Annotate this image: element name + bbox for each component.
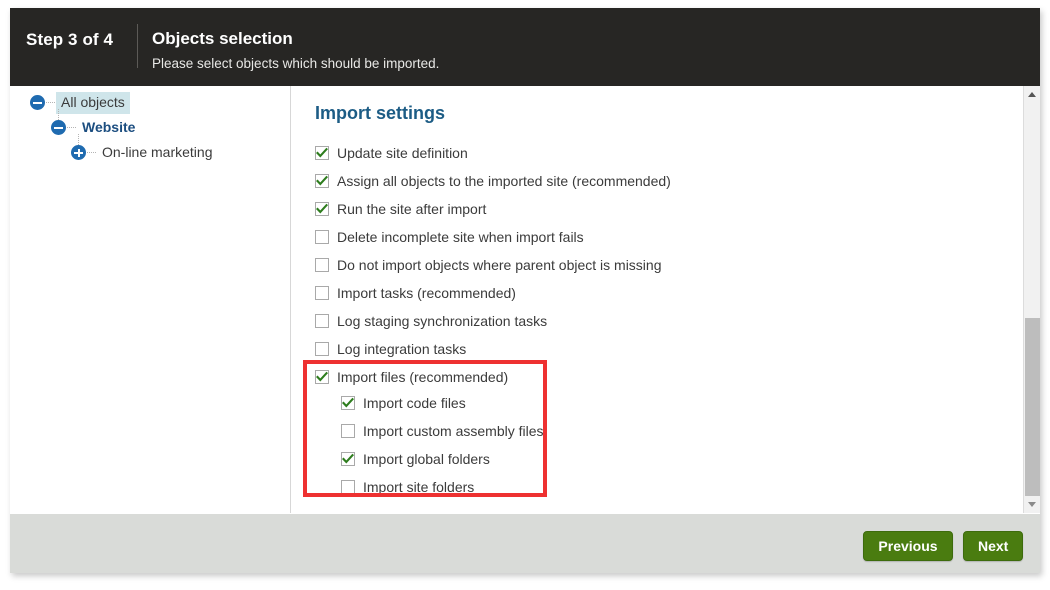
option-label[interactable]: Update site definition [337, 144, 468, 163]
wizard-header: Step 3 of 4 Objects selection Please sel… [10, 8, 1040, 86]
header-divider [137, 24, 138, 68]
tree-item-label[interactable]: Website [77, 117, 140, 139]
option-label[interactable]: Do not import objects where parent objec… [337, 256, 661, 275]
tree-connector [67, 127, 76, 129]
tree-connector [46, 102, 55, 104]
screenshot-root: Step 3 of 4 Objects selection Please sel… [0, 0, 1050, 590]
wizard-footer: Previous Next [10, 513, 1040, 573]
option-label[interactable]: Import site folders [363, 478, 474, 497]
option-label[interactable]: Import tasks (recommended) [337, 284, 516, 303]
option-label[interactable]: Import code files [363, 394, 466, 413]
checkbox-unchecked-icon[interactable] [341, 480, 355, 494]
previous-button[interactable]: Previous [863, 531, 953, 561]
option-label[interactable]: Log staging synchronization tasks [337, 312, 547, 331]
checkbox-checked-icon[interactable] [315, 146, 329, 160]
page-subtitle: Please select objects which should be im… [152, 56, 440, 71]
plus-icon[interactable] [71, 145, 86, 160]
checkbox-unchecked-icon[interactable] [315, 314, 329, 328]
tree-connector [87, 152, 96, 154]
checkbox-checked-icon[interactable] [315, 202, 329, 216]
checkbox-unchecked-icon[interactable] [315, 286, 329, 300]
tree-item-label[interactable]: On-line marketing [97, 142, 218, 164]
import-settings-panel: Import settings Update site definition A… [291, 86, 1022, 513]
checkbox-unchecked-icon[interactable] [315, 342, 329, 356]
wizard-body: All objects Website On-line marketing Im… [10, 86, 1040, 513]
step-indicator: Step 3 of 4 [26, 30, 114, 49]
tree-vline [58, 109, 60, 120]
scroll-up-button[interactable] [1024, 86, 1040, 103]
checkbox-checked-icon[interactable] [315, 174, 329, 188]
option-label[interactable]: Log integration tasks [337, 340, 466, 359]
minus-icon[interactable] [51, 120, 66, 135]
option-label[interactable]: Import custom assembly files [363, 422, 544, 441]
checkbox-unchecked-icon[interactable] [315, 230, 329, 244]
next-button[interactable]: Next [963, 531, 1023, 561]
objects-tree-panel: All objects Website On-line marketing [10, 86, 290, 513]
triangle-up-icon [1028, 92, 1036, 97]
tree-item-label[interactable]: All objects [56, 92, 130, 114]
checkbox-checked-icon[interactable] [341, 452, 355, 466]
vertical-scrollbar[interactable] [1023, 86, 1040, 513]
minus-icon[interactable] [30, 95, 45, 110]
scroll-down-button[interactable] [1024, 496, 1040, 513]
scrollbar-thumb[interactable] [1025, 318, 1040, 503]
option-label[interactable]: Import files (recommended) [337, 368, 508, 387]
import-settings-heading: Import settings [315, 103, 446, 123]
triangle-down-icon [1028, 502, 1036, 507]
checkbox-unchecked-icon[interactable] [315, 258, 329, 272]
checkbox-checked-icon[interactable] [315, 370, 329, 384]
option-label[interactable]: Run the site after import [337, 200, 486, 219]
tree-vline [78, 134, 80, 145]
option-label[interactable]: Import global folders [363, 450, 490, 469]
option-label[interactable]: Delete incomplete site when import fails [337, 228, 584, 247]
page-title: Objects selection [152, 29, 293, 48]
checkbox-unchecked-icon[interactable] [341, 424, 355, 438]
checkbox-checked-icon[interactable] [341, 396, 355, 410]
option-label[interactable]: Assign all objects to the imported site … [337, 172, 671, 191]
import-wizard-window: Step 3 of 4 Objects selection Please sel… [10, 8, 1040, 573]
